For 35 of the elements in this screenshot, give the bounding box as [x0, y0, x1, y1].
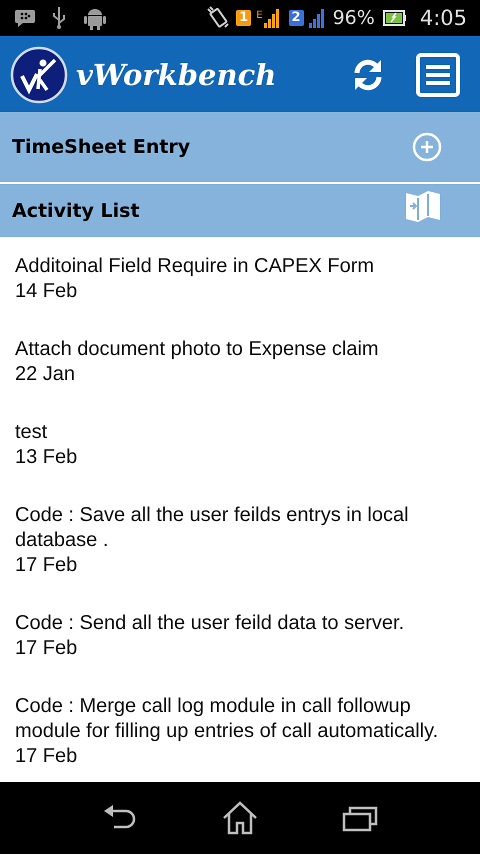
app-logo	[10, 46, 68, 104]
home-icon	[222, 801, 258, 835]
menu-button[interactable]	[416, 53, 460, 97]
activity-date: 14 Feb	[15, 279, 78, 304]
activity-title: Code : Merge call log module in call followup module for filling up entries of call automatically.	[15, 694, 440, 744]
section-title: TimeSheet Entry	[12, 136, 190, 158]
activity-title: Code : Send all the user feild data to server.	[15, 611, 406, 636]
add-icon	[412, 132, 442, 162]
menu-icon	[416, 53, 460, 97]
activity-title: Additoinal Field Require in CAPEX Form	[15, 254, 376, 279]
network-type: E	[256, 10, 263, 21]
activity-title: Attach document photo to Expense claim	[15, 337, 380, 362]
activity-title: test	[15, 420, 48, 445]
section-header[interactable]: Activity List	[0, 184, 480, 237]
battery-icon	[382, 9, 407, 27]
battery-percent: 96%	[332, 7, 375, 29]
app-title: vWorkbench	[76, 58, 276, 92]
activity-date: 13 Feb	[15, 445, 78, 470]
recent-apps-icon	[342, 804, 378, 832]
chat-icon	[14, 8, 36, 28]
section-header[interactable]: TimeSheet Entry	[0, 112, 480, 182]
sim-badge: 1	[236, 10, 252, 26]
signal-icon	[264, 8, 280, 28]
activity-date: 17 Feb	[15, 744, 78, 769]
activity-date: 17 Feb	[15, 636, 78, 661]
clock: 4:05	[420, 6, 467, 30]
signal-icon	[308, 8, 325, 28]
book-icon	[404, 188, 442, 224]
activity-date: 22 Jan	[15, 362, 76, 387]
vibrate-icon	[205, 6, 232, 30]
section-title: Activity List	[12, 200, 140, 222]
activity-title: Code : Save all the user feilds entrys in local database .	[15, 503, 410, 553]
sim-badge: 2	[288, 10, 304, 26]
activity-date: 17 Feb	[15, 553, 78, 578]
usb-icon	[52, 6, 66, 30]
